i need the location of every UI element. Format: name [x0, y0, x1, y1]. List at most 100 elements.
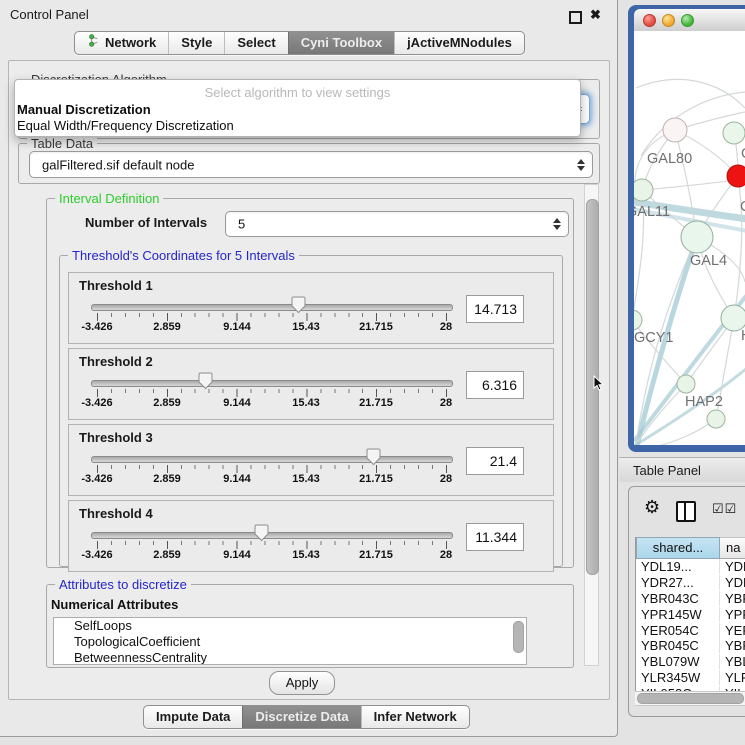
network-node-node-red[interactable]	[727, 165, 745, 187]
column-header-shared-name[interactable]: shared...	[636, 537, 720, 559]
threshold-coordinates-group: Threshold's Coordinates for 5 Intervals …	[59, 255, 563, 567]
table-cell: YLR345W	[636, 670, 720, 685]
close-traffic-light[interactable]	[643, 14, 656, 27]
group-title: Threshold's Coordinates for 5 Intervals	[68, 248, 299, 263]
table-horizontal-scrollbar[interactable]	[635, 691, 745, 706]
attribute-items-host: SelfLoopsTopologicalCoefficientBetweenne…	[54, 618, 526, 665]
table-row[interactable]: YPR145WYPR1	[636, 606, 745, 622]
combo-value: galFiltered.sif default node	[42, 157, 194, 172]
group-title: Table Data	[27, 136, 97, 151]
tick-label: 21.715	[344, 321, 408, 333]
network-node-GAL11[interactable]	[634, 179, 653, 201]
float-icon[interactable]	[569, 11, 582, 24]
threshold-value-field[interactable]	[466, 295, 524, 323]
table-row[interactable]: YBL079WYBL0	[636, 654, 745, 670]
slider-thumb[interactable]	[254, 524, 269, 542]
table-row[interactable]: YBR045CYBR0	[636, 638, 745, 654]
apply-button[interactable]: Apply	[269, 671, 335, 695]
slider-major-ticks	[97, 313, 448, 321]
tab-discretize-data[interactable]: Discretize Data	[242, 706, 360, 728]
slider-thumb[interactable]	[198, 372, 213, 390]
network-edge[interactable]	[734, 176, 742, 318]
dropdown-option-equal-width-frequency[interactable]: Equal Width/Frequency Discretization	[17, 118, 234, 133]
slider-thumb[interactable]	[366, 448, 381, 466]
tick-label: 2.859	[135, 397, 199, 409]
scrollbar-thumb[interactable]	[637, 693, 744, 704]
minimize-traffic-light[interactable]	[662, 14, 675, 27]
table-cell: YDL1	[720, 559, 745, 574]
table-row[interactable]: YDR27...YDR2	[636, 575, 745, 591]
network-node-GCY1[interactable]	[634, 310, 642, 330]
tab-select[interactable]: Select	[224, 32, 287, 54]
tick-label: 2.859	[135, 321, 199, 333]
table-cell: YER0	[720, 623, 745, 638]
table-row[interactable]: YER054CYER0	[636, 622, 745, 638]
window-title: Control Panel	[10, 7, 89, 22]
checkbox-icons[interactable]: ☑☑	[712, 501, 737, 517]
network-canvas[interactable]: GAL80GAGAL11CGAL4GCY1HHAP2	[634, 31, 745, 445]
slider-track[interactable]	[91, 456, 453, 463]
threshold-label: Threshold 1	[79, 278, 153, 293]
table-cell: YDR2	[720, 575, 745, 590]
threshold-label: Threshold 4	[79, 506, 153, 521]
attribute-item[interactable]: BetweennessCentrality	[54, 650, 526, 665]
threshold-value-field[interactable]	[466, 447, 524, 475]
tick-label: 2.859	[135, 473, 199, 485]
slider-track[interactable]	[91, 380, 453, 387]
close-icon[interactable]: ✖	[590, 7, 601, 23]
threshold-label: Threshold 2	[79, 354, 153, 369]
settings-vertical-scrollbar[interactable]	[584, 184, 599, 666]
threshold-list: Threshold 1 -3.426 2.859 9.144 15.43 21.…	[68, 272, 554, 572]
group-title: Attributes to discretize	[55, 577, 191, 592]
tab-impute-data[interactable]: Impute Data	[144, 706, 242, 728]
network-window-titlebar	[634, 9, 745, 32]
threshold-value-field[interactable]	[466, 523, 524, 551]
bottom-tab-strip: Impute Data Discretize Data Infer Networ…	[143, 705, 470, 729]
network-node-node-top-right[interactable]	[723, 122, 745, 144]
dropdown-option-manual-discretization[interactable]: Manual Discretization	[17, 102, 151, 117]
tick-label: 2.859	[135, 549, 199, 561]
tab-infer-network[interactable]: Infer Network	[361, 706, 469, 728]
tick-label: 15.43	[274, 321, 338, 333]
split-columns-icon[interactable]	[676, 501, 696, 522]
slider-track[interactable]	[91, 532, 453, 539]
mouse-cursor	[593, 375, 605, 398]
algorithm-dropdown-popup: Select algorithm to view settings Manual…	[14, 79, 581, 137]
network-node-label: GA	[741, 146, 745, 162]
tab-style[interactable]: Style	[168, 32, 224, 54]
tick-label: -3.426	[65, 473, 129, 485]
number-of-intervals-combo[interactable]: 5	[225, 211, 569, 237]
network-edge[interactable]	[636, 79, 745, 108]
table-row[interactable]: YDL19...YDL1	[636, 559, 745, 575]
slider-track[interactable]	[91, 304, 453, 311]
table-row[interactable]: YLR345WYLR3	[636, 670, 745, 686]
table-cell: YBR045C	[636, 638, 720, 653]
table-cell: YBR043C	[636, 591, 720, 606]
table-row[interactable]: YBR043CYBR0	[636, 591, 745, 607]
network-view-window: GAL80GAGAL11CGAL4GCY1HHAP2	[628, 5, 745, 452]
column-header-name[interactable]: na	[720, 537, 745, 559]
threshold-box: Threshold 1 -3.426 2.859 9.144 15.43 21.…	[68, 272, 554, 344]
table-header-row: shared... na	[636, 537, 745, 559]
list-scrollbar-thumb[interactable]	[513, 621, 524, 653]
combo-stepper-icon	[577, 159, 585, 171]
network-node-label: GAL80	[647, 151, 692, 167]
network-node-HAP2[interactable]	[677, 375, 695, 393]
tab-cyni-toolbox[interactable]: Cyni Toolbox	[288, 32, 394, 54]
slider-thumb[interactable]	[291, 296, 306, 314]
attribute-item[interactable]: SelfLoops	[54, 618, 526, 634]
zoom-traffic-light[interactable]	[681, 14, 694, 27]
network-edge[interactable]	[658, 419, 716, 445]
attribute-item[interactable]: TopologicalCoefficient	[54, 634, 526, 650]
network-node-node-bottom[interactable]	[707, 410, 725, 428]
table-cell: YBL079W	[636, 654, 720, 669]
network-node-GAL4[interactable]	[681, 221, 713, 253]
tab-network[interactable]: Network	[75, 32, 168, 54]
tab-jactivemnodules[interactable]: jActiveMNodules	[394, 32, 524, 54]
gear-icon[interactable]: ⚙	[644, 497, 660, 518]
tick-label: 15.43	[274, 397, 338, 409]
threshold-value-field[interactable]	[466, 371, 524, 399]
network-node-GAL80[interactable]	[663, 118, 687, 142]
dropdown-placeholder: Select algorithm to view settings	[15, 85, 580, 100]
table-data-combo[interactable]: galFiltered.sif default node	[29, 151, 593, 178]
